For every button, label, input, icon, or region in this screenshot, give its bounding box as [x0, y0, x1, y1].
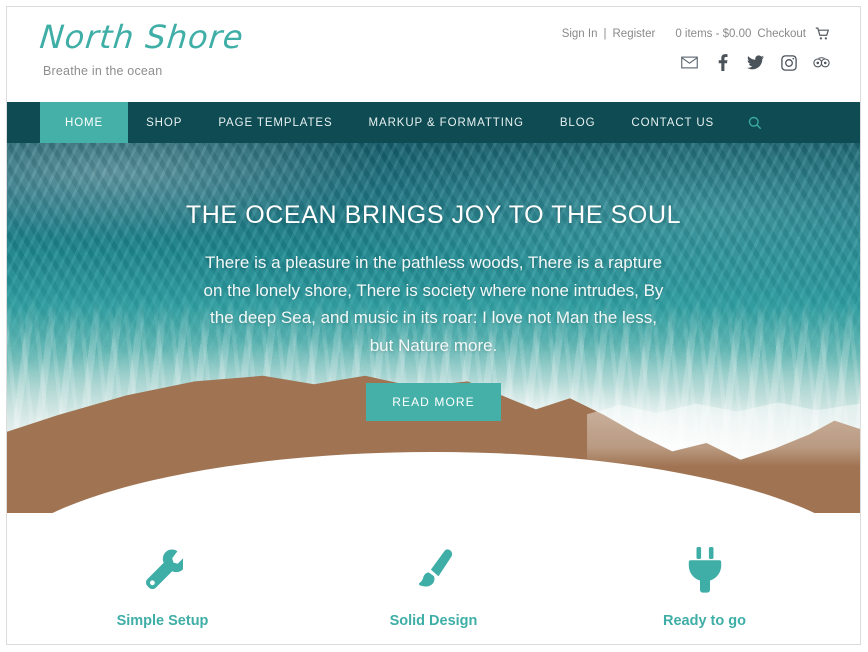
search-icon[interactable]	[732, 102, 778, 143]
feature-title: Simple Setup	[116, 613, 209, 629]
utility-separator: |	[603, 28, 607, 40]
social-links	[681, 54, 830, 71]
features-section: Simple Setup Whether this is your first …	[7, 513, 860, 644]
feature-card-simple-setup: Simple Setup Whether this is your first …	[27, 543, 298, 644]
instagram-icon[interactable]	[780, 54, 797, 71]
feature-title: Ready to go	[663, 613, 746, 629]
register-link[interactable]: Register	[613, 28, 656, 40]
nav-item-shop[interactable]: SHOP	[128, 102, 200, 143]
feature-title: Solid Design	[389, 613, 478, 629]
shopping-cart-icon[interactable]	[815, 27, 830, 41]
site-title: North Shore	[38, 18, 246, 56]
read-more-button[interactable]: READ MORE	[366, 383, 501, 422]
checkout-link[interactable]: Checkout	[757, 28, 806, 40]
nav-item-page-templates[interactable]: PAGE TEMPLATES	[200, 102, 350, 143]
hero-title: THE OCEAN BRINGS JOY TO THE SOUL	[185, 201, 682, 229]
site-branding[interactable]: North Shore Breathe in the ocean	[38, 18, 246, 78]
feature-card-solid-design: Solid Design The theme's modest but good…	[298, 543, 569, 644]
feature-description: Integrated with a number of popular FREE…	[593, 643, 816, 644]
nav-item-contact-us[interactable]: CONTACT US	[613, 102, 732, 143]
primary-navigation: HOME SHOP PAGE TEMPLATES MARKUP & FORMAT…	[7, 102, 860, 143]
site-tagline: Breathe in the ocean	[43, 64, 163, 78]
power-plug-icon	[593, 543, 816, 597]
email-icon[interactable]	[681, 54, 698, 71]
feature-description: The theme's modest but good-looking desi…	[322, 643, 545, 644]
cart-summary: 0 items - $0.00	[675, 28, 752, 40]
facebook-icon[interactable]	[714, 54, 731, 71]
wrench-icon	[51, 543, 274, 597]
sign-in-link[interactable]: Sign In	[562, 28, 598, 40]
nav-item-blog[interactable]: BLOG	[542, 102, 614, 143]
feature-card-ready-to-go: Ready to go Integrated with a number of …	[569, 543, 840, 644]
hero-banner: THE OCEAN BRINGS JOY TO THE SOUL There i…	[7, 143, 860, 513]
tripadvisor-icon[interactable]	[813, 54, 830, 71]
hero-description: There is a pleasure in the pathless wood…	[203, 253, 664, 355]
site-header: North Shore Breathe in the ocean Sign In…	[7, 7, 860, 102]
nav-item-markup-formatting[interactable]: MARKUP & FORMATTING	[351, 102, 542, 143]
nav-item-home[interactable]: HOME	[40, 102, 129, 143]
twitter-icon[interactable]	[747, 54, 764, 71]
utility-bar: Sign In | Register 0 items - $0.00 Check…	[562, 27, 830, 41]
paintbrush-icon	[322, 543, 545, 597]
page-frame: North Shore Breathe in the ocean Sign In…	[6, 6, 861, 645]
feature-description: Whether this is your first foray with Wo…	[51, 643, 274, 644]
hero-content: THE OCEAN BRINGS JOY TO THE SOUL There i…	[7, 201, 860, 422]
